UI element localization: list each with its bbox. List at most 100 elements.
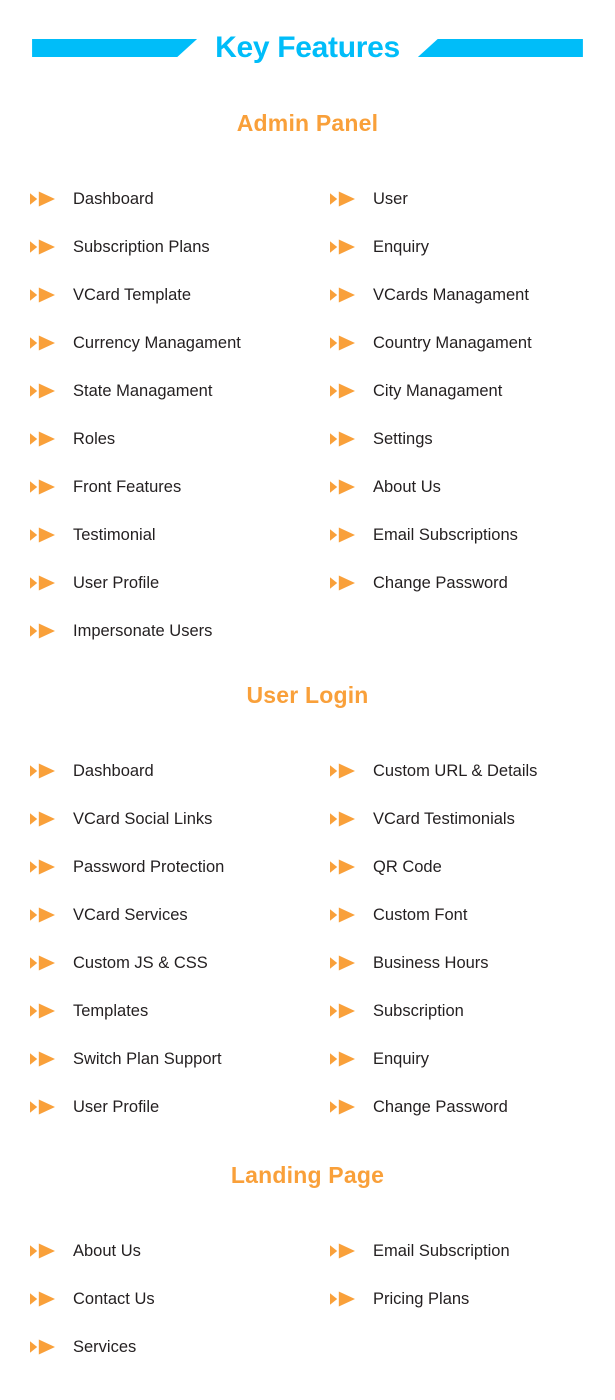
double-arrow-icon [30, 383, 56, 399]
feature-column-right: Email Subscription Pricing Plans [330, 1227, 615, 1371]
feature-item-label: Change Password [373, 1097, 508, 1116]
double-arrow-icon [30, 763, 56, 779]
feature-item-change-password[interactable]: Change Password [330, 1083, 615, 1131]
feature-item-contact-us[interactable]: Contact Us [30, 1275, 330, 1323]
feature-item-testimonial[interactable]: Testimonial [30, 511, 330, 559]
feature-item-label: Currency Managament [73, 333, 241, 352]
feature-item-subscription-plans[interactable]: Subscription Plans [30, 223, 330, 271]
feature-item-services[interactable]: Services [30, 1323, 330, 1371]
feature-item-label: VCards Managament [373, 285, 529, 304]
double-arrow-icon [30, 479, 56, 495]
double-arrow-icon [30, 623, 56, 639]
double-arrow-icon [330, 335, 356, 351]
double-arrow-icon [30, 431, 56, 447]
section-user-login: User Login Dashboard VCard Social Links Pas… [0, 684, 615, 1131]
feature-item-label: Subscription Plans [73, 237, 210, 256]
double-arrow-icon [30, 239, 56, 255]
section-title-spacer [0, 1187, 615, 1227]
feature-item-label: Switch Plan Support [73, 1049, 222, 1068]
double-arrow-icon [330, 1291, 356, 1307]
feature-item-roles[interactable]: Roles [30, 415, 330, 463]
feature-item-vcards-managament[interactable]: VCards Managament [330, 271, 615, 319]
feature-item-label: VCard Template [73, 285, 192, 304]
feature-item-label: Email Subscription [373, 1241, 510, 1260]
double-arrow-icon [330, 575, 356, 591]
feature-item-label: User Profile [73, 573, 160, 592]
double-arrow-icon [330, 859, 356, 875]
feature-item-state-managament[interactable]: State Managament [30, 367, 330, 415]
feature-item-about-us[interactable]: About Us [30, 1227, 330, 1275]
feature-item-templates[interactable]: Templates [30, 987, 330, 1035]
feature-item-email-subscription[interactable]: Email Subscription [330, 1227, 615, 1275]
feature-item-label: About Us [73, 1241, 141, 1260]
double-arrow-icon [330, 479, 356, 495]
feature-item-label: Services [73, 1337, 137, 1356]
feature-item-settings[interactable]: Settings [330, 415, 615, 463]
feature-column-left: Dashboard VCard Social Links Password Prot… [30, 747, 330, 1131]
feature-item-label: Contact Us [73, 1289, 155, 1308]
feature-item-vcard-template[interactable]: VCard Template [30, 271, 330, 319]
feature-item-label: Custom Font [373, 905, 468, 924]
section-title-spacer [0, 135, 615, 175]
double-arrow-icon [330, 1243, 356, 1259]
feature-item-subscription[interactable]: Subscription [330, 987, 615, 1035]
feature-item-label: Change Password [373, 573, 508, 592]
feature-item-currency-managament[interactable]: Currency Managament [30, 319, 330, 367]
feature-item-label: Impersonate Users [73, 621, 213, 640]
double-arrow-icon [30, 191, 56, 207]
feature-item-city-managament[interactable]: City Managament [330, 367, 615, 415]
feature-item-label: Custom JS & CSS [73, 953, 208, 972]
feature-item-label: VCard Testimonials [373, 809, 515, 828]
feature-item-label: About Us [373, 477, 441, 496]
feature-item-user[interactable]: User [330, 175, 615, 223]
feature-item-label: Enquiry [373, 1049, 429, 1068]
double-arrow-icon [330, 763, 356, 779]
feature-item-enquiry[interactable]: Enquiry [330, 223, 615, 271]
double-arrow-icon [30, 335, 56, 351]
feature-item-dashboard[interactable]: Dashboard [30, 747, 330, 795]
left-accent-bar [32, 39, 198, 57]
feature-item-label: Dashboard [73, 189, 154, 208]
feature-item-custom-font[interactable]: Custom Font [330, 891, 615, 939]
feature-item-user-profile[interactable]: User Profile [30, 559, 330, 607]
feature-item-custom-url-and-details[interactable]: Custom URL & Details [330, 747, 615, 795]
double-arrow-icon [330, 1051, 356, 1067]
feature-item-label: Subscription [373, 1001, 464, 1020]
double-arrow-icon [30, 1099, 56, 1115]
feature-column-left: Dashboard Subscription Plans VCard Templat… [30, 175, 330, 655]
feature-item-vcard-social-links[interactable]: VCard Social Links [30, 795, 330, 843]
key-features-page: Key Features Admin Panel Dashboard Subscri… [0, 0, 615, 1400]
feature-item-email-subscriptions[interactable]: Email Subscriptions [330, 511, 615, 559]
section-title-admin-panel: Admin Panel [236, 110, 379, 136]
feature-item-impersonate-users[interactable]: Impersonate Users [30, 607, 330, 655]
feature-item-label: Business Hours [373, 953, 489, 972]
double-arrow-icon [330, 239, 356, 255]
feature-column-right: User Enquiry VCards Managament Country Mana… [330, 175, 615, 655]
feature-item-label: Email Subscriptions [373, 525, 518, 544]
feature-item-about-us[interactable]: About Us [330, 463, 615, 511]
feature-item-vcard-services[interactable]: VCard Services [30, 891, 330, 939]
feature-item-label: Front Features [73, 477, 182, 496]
feature-column-left: About Us Contact Us Services [30, 1227, 330, 1371]
feature-item-label: State Managament [73, 381, 213, 400]
double-arrow-icon [330, 1099, 356, 1115]
feature-item-label: Enquiry [373, 237, 429, 256]
feature-item-front-features[interactable]: Front Features [30, 463, 330, 511]
feature-item-country-managament[interactable]: Country Managament [330, 319, 615, 367]
feature-item-switch-plan-support[interactable]: Switch Plan Support [30, 1035, 330, 1083]
feature-item-enquiry[interactable]: Enquiry [330, 1035, 615, 1083]
feature-item-label: Country Managament [373, 333, 532, 352]
feature-item-password-protection[interactable]: Password Protection [30, 843, 330, 891]
feature-item-custom-js-and-css[interactable]: Custom JS & CSS [30, 939, 330, 987]
feature-item-vcard-testimonials[interactable]: VCard Testimonials [330, 795, 615, 843]
right-accent-bar [417, 39, 583, 57]
feature-item-qr-code[interactable]: QR Code [330, 843, 615, 891]
feature-item-pricing-plans[interactable]: Pricing Plans [330, 1275, 615, 1323]
double-arrow-icon [30, 955, 56, 971]
feature-item-dashboard[interactable]: Dashboard [30, 175, 330, 223]
feature-item-label: VCard Services [73, 905, 188, 924]
feature-item-change-password[interactable]: Change Password [330, 559, 615, 607]
feature-item-business-hours[interactable]: Business Hours [330, 939, 615, 987]
feature-item-user-profile[interactable]: User Profile [30, 1083, 330, 1131]
double-arrow-icon [30, 1291, 56, 1307]
